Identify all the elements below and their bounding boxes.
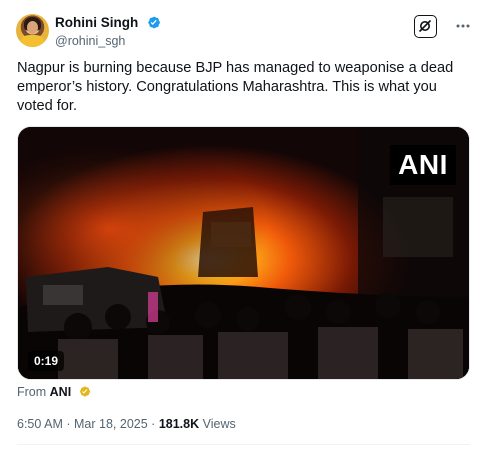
- author-block: Rohini Singh @rohini_sgh: [55, 14, 161, 48]
- tweet-meta: 6:50 AM · Mar 18, 2025 · 181.8K Views: [17, 417, 236, 431]
- author-handle[interactable]: @rohini_sgh: [55, 34, 161, 48]
- avatar[interactable]: [16, 14, 49, 47]
- grok-icon: [418, 19, 432, 33]
- tweet-text: Nagpur is burning because BJP has manage…: [17, 60, 454, 114]
- views-count: 181.8K: [158, 417, 200, 431]
- author-display-name[interactable]: Rohini Singh: [55, 15, 138, 30]
- tweet-date[interactable]: Mar 18, 2025: [74, 417, 148, 431]
- source-attribution: From ANI: [17, 385, 91, 399]
- tweet-header: Rohini Singh @rohini_sgh: [16, 12, 471, 52]
- tweet-time[interactable]: 6:50 AM: [17, 417, 63, 431]
- ani-watermark: ANI: [390, 145, 456, 185]
- video-duration: 0:19: [28, 351, 65, 371]
- gold-verified-badge-icon: [79, 386, 90, 397]
- more-icon[interactable]: [455, 18, 471, 34]
- views-label: Views: [202, 417, 236, 431]
- source-name[interactable]: ANI: [50, 385, 72, 399]
- video-player[interactable]: ANI 0:19: [17, 126, 470, 380]
- divider: [17, 444, 470, 445]
- meta-separator: ·: [66, 417, 71, 431]
- meta-separator: ·: [151, 417, 156, 431]
- grok-button[interactable]: [414, 15, 437, 38]
- source-prefix: From: [17, 385, 47, 399]
- verified-badge-icon: [148, 17, 160, 29]
